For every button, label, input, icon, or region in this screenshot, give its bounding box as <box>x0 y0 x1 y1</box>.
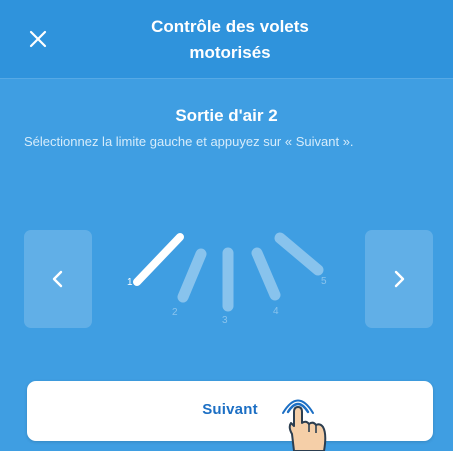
next-button-label: Suivant <box>202 401 258 418</box>
vane-label-4: 4 <box>273 306 279 317</box>
vane-position-2[interactable]: 2 <box>172 248 207 318</box>
vane-position-selector: 1 2 3 4 5 <box>127 232 327 326</box>
page-title-line2: motorisés <box>189 43 271 62</box>
next-button[interactable]: Suivant <box>27 381 433 441</box>
section-title: Sortie d'air 2 <box>175 106 278 125</box>
page-title-line1: Contrôle des volets <box>151 17 309 36</box>
vane-label-3: 3 <box>222 315 228 326</box>
page-title: Contrôle des volets motorisés <box>110 14 350 66</box>
close-button[interactable] <box>22 23 54 55</box>
vane-position-1[interactable]: 1 <box>127 233 184 288</box>
instruction-text: Sélectionnez la limite gauche et appuyez… <box>24 134 354 149</box>
vane-label-1: 1 <box>127 277 133 288</box>
vane-label-2: 2 <box>172 307 178 318</box>
vane-label-5: 5 <box>321 276 327 287</box>
vane-position-3[interactable]: 3 <box>222 247 234 326</box>
vane-position-4[interactable]: 4 <box>251 247 281 317</box>
pointing-hand-icon <box>282 399 327 451</box>
chevron-left-icon <box>52 270 63 288</box>
vane-position-5[interactable]: 5 <box>274 232 327 287</box>
chevron-right-icon <box>394 270 405 288</box>
previous-position-button[interactable] <box>24 230 92 328</box>
close-icon[interactable] <box>22 23 54 55</box>
next-position-button[interactable] <box>365 230 433 328</box>
app-header: Contrôle des volets motorisés <box>0 0 453 78</box>
